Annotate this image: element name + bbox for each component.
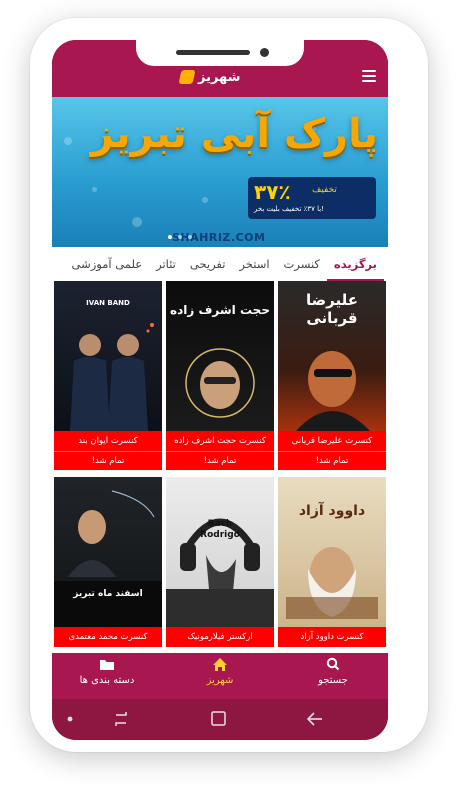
folder-icon [100, 660, 114, 670]
tab-educational[interactable]: علمی آموزشی [65, 247, 150, 281]
phone-notch [136, 40, 304, 66]
nav-search-label: جستجو [318, 675, 348, 686]
app-screen: شهریز پارک آبی تبریز ۳۷٪ تخفیف با ۳۷٪ تخ… [52, 40, 388, 740]
tab-pool[interactable]: استخر [232, 247, 276, 281]
recents-icon [115, 712, 127, 726]
search-icon [326, 657, 340, 671]
event-card[interactable]: IVAN BAND کنسرت ایوان بند تمام شد! [54, 281, 162, 471]
nav-categories[interactable]: دسته بندی ها [62, 657, 152, 686]
system-navigation-bar [52, 699, 388, 740]
event-card[interactable]: Bach Rodrigo ارکستر فیلارمونیک [166, 477, 274, 653]
event-poster: علیرضا قربانی [278, 281, 386, 431]
poster-artist-name: Bach Rodrigo [200, 519, 240, 540]
event-status: تمام شد! [278, 451, 386, 470]
band-portrait-icon [70, 323, 154, 431]
artist-portrait-icon [54, 490, 162, 627]
nav-home-label: شهریز [206, 675, 234, 686]
event-title: کنسرت محمد معتمدی [54, 627, 162, 647]
bottom-navigation: جستجو شهریز دسته بندی ها [52, 653, 388, 699]
home-square-icon [211, 711, 226, 726]
event-poster: IVAN BAND [54, 281, 162, 431]
nav-search[interactable]: جستجو [288, 657, 378, 686]
nav-home[interactable]: شهریز [175, 657, 265, 686]
event-grid: علیرضا قربانی کنسرت علیرضا قربانی تمام ش… [52, 281, 388, 653]
artist-portrait-icon [296, 351, 370, 431]
carousel-dots[interactable] [164, 233, 276, 241]
system-dot-icon [67, 716, 73, 722]
discount-value: ۳۷٪ [254, 180, 291, 204]
banner-title: پارک آبی تبریز [90, 111, 378, 157]
tab-recreational[interactable]: تفریحی [183, 247, 233, 281]
event-poster: Bach Rodrigo [166, 477, 274, 627]
logo-mark-icon [178, 70, 196, 84]
artist-portrait-icon [286, 547, 378, 619]
event-title: ارکستر فیلارمونیک [166, 627, 274, 647]
event-card[interactable]: داوود آزاد کنسرت داوود آزاد [278, 477, 386, 653]
back-arrow-icon [306, 712, 322, 726]
logo-text: شهریز [198, 69, 241, 85]
poster-artist-name: اسفند ماه تبریز [73, 589, 143, 599]
camera-icon [260, 48, 269, 57]
system-buttons [67, 711, 322, 726]
discount-note: با ۳۷٪ تخفیف بلیت بخر! [254, 205, 325, 213]
headphones-illustration-icon [166, 518, 274, 627]
event-title: کنسرت علیرضا قربانی [278, 431, 386, 451]
event-poster: اسفند ماه تبریز [54, 477, 162, 627]
tab-featured[interactable]: برگزیده [326, 247, 384, 281]
event-poster: داوود آزاد [278, 477, 386, 627]
tab-concert[interactable]: کنسرت [277, 247, 327, 281]
promo-banner[interactable]: پارک آبی تبریز ۳۷٪ تخفیف با ۳۷٪ تخفیف بل… [52, 97, 388, 247]
discount-label: تخفیف [312, 185, 337, 195]
event-title: کنسرت حجت اشرف زاده [166, 431, 274, 451]
hamburger-menu-icon[interactable] [362, 70, 376, 82]
category-tabs: برگزیده کنسرت استخر تفریحی تئاتر علمی آم… [52, 247, 388, 281]
speaker-icon [176, 50, 250, 55]
event-title: کنسرت داوود آزاد [278, 627, 386, 647]
discount-badge: ۳۷٪ تخفیف با ۳۷٪ تخفیف بلیت بخر! [248, 177, 376, 219]
event-card[interactable]: علیرضا قربانی کنسرت علیرضا قربانی تمام ش… [278, 281, 386, 471]
app-logo[interactable]: شهریز [178, 66, 260, 88]
event-status: تمام شد! [54, 451, 162, 470]
tab-theater[interactable]: تئاتر [149, 247, 183, 281]
event-title: کنسرت ایوان بند [54, 431, 162, 451]
event-poster: حجت اشرف زاده [166, 281, 274, 431]
nav-categories-label: دسته بندی ها [79, 675, 135, 686]
event-card[interactable]: اسفند ماه تبریز کنسرت محمد معتمدی [54, 477, 162, 653]
event-card[interactable]: حجت اشرف زاده کنسرت حجت اشرف زاده تمام ش… [166, 281, 274, 471]
artist-portrait-icon [185, 348, 255, 418]
event-status: تمام شد! [166, 451, 274, 470]
home-icon [213, 658, 227, 671]
